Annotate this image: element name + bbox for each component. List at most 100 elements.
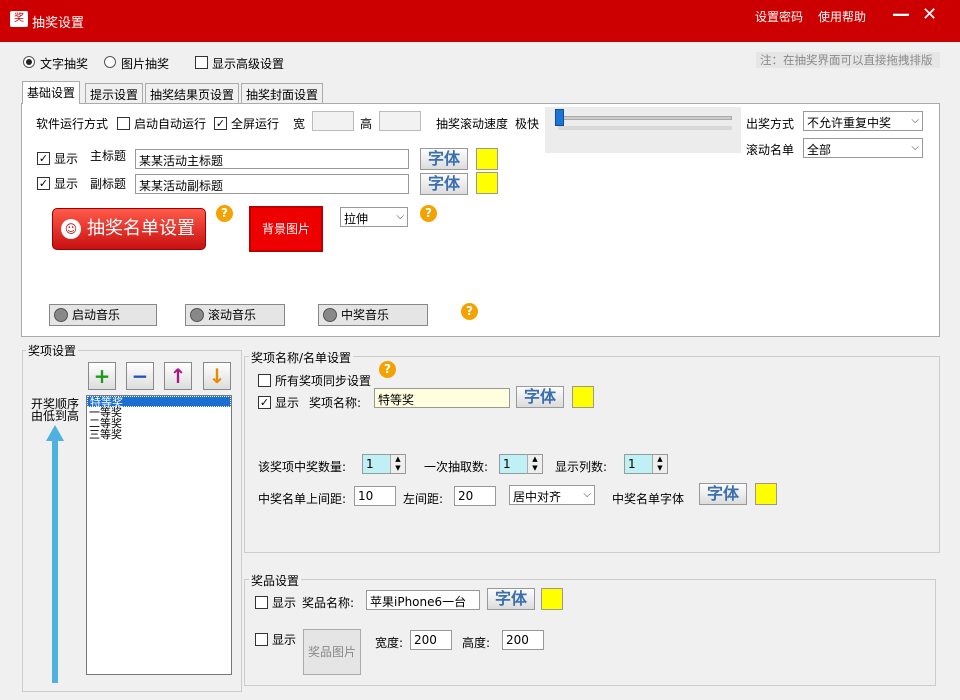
fullscreen-checkbox[interactable]: ✓ xyxy=(214,117,227,130)
top-margin-input[interactable]: 10 xyxy=(354,486,396,506)
scroll-music-label: 滚动音乐 xyxy=(208,308,257,322)
tab-result-page[interactable]: 抽奖结果页设置 xyxy=(145,83,240,103)
prize-name-input[interactable]: 特等奖 xyxy=(374,388,510,408)
show-advanced-label: 显示高级设置 xyxy=(212,57,285,71)
gift-name-input[interactable]: 苹果iPhone6一台 xyxy=(366,590,480,610)
draw-order-direction-label: 由低到高 xyxy=(31,409,80,423)
help-icon[interactable]: ? xyxy=(379,361,396,378)
show-gift-name-checkbox[interactable] xyxy=(255,596,268,609)
help-icon[interactable]: ? xyxy=(216,205,233,222)
gift-name-color-swatch[interactable] xyxy=(541,588,563,610)
draw-list-settings-button[interactable]: ☺ 抽奖名单设置 xyxy=(52,208,206,250)
show-advanced-checkbox[interactable] xyxy=(195,56,208,69)
help-icon[interactable]: ? xyxy=(461,303,478,320)
auto-start-checkbox[interactable] xyxy=(117,117,130,130)
background-stretch-select[interactable]: 拉伸 ⌵ xyxy=(340,207,408,227)
prize-name-label: 奖项名称: xyxy=(309,396,362,410)
help-icon[interactable]: ? xyxy=(420,205,437,222)
list-item[interactable]: 三等奖 xyxy=(87,429,231,440)
speed-slider-track[interactable] xyxy=(558,116,732,120)
win-count-value: 1 xyxy=(366,457,374,471)
gift-width-input[interactable]: 200 xyxy=(410,630,452,650)
main-title-label: 主标题 xyxy=(90,149,127,163)
draw-mode-value: 不允许重复中奖 xyxy=(807,116,892,130)
mode-text-radio[interactable] xyxy=(23,56,35,68)
main-title-input[interactable]: 某某活动主标题 xyxy=(135,149,409,169)
stepper-arrows-icon[interactable]: ▲ ▼ xyxy=(527,455,542,473)
height-input[interactable] xyxy=(379,111,421,131)
scroll-list-select[interactable]: 全部 ⌵ xyxy=(803,138,923,158)
win-count-label: 该奖项中奖数量: xyxy=(258,460,347,474)
sync-all-checkbox[interactable] xyxy=(258,374,271,387)
stepper-arrows-icon[interactable]: ▲ ▼ xyxy=(390,455,405,473)
minimize-button[interactable]: — xyxy=(892,4,910,25)
width-input[interactable] xyxy=(312,111,354,131)
sub-title-label: 副标题 xyxy=(90,177,127,191)
start-music-button[interactable]: 启动音乐 xyxy=(49,304,157,326)
set-password-link[interactable]: 设置密码 xyxy=(755,8,803,25)
gift-height-label: 高度: xyxy=(462,636,491,650)
gift-settings-title: 奖品设置 xyxy=(249,572,302,589)
scroll-music-button[interactable]: 滚动音乐 xyxy=(185,304,285,326)
add-prize-button[interactable]: + xyxy=(88,362,116,390)
sub-title-color-swatch[interactable] xyxy=(476,172,498,194)
gift-name-label: 奖品名称: xyxy=(302,596,355,610)
tab-basic[interactable]: 基础设置 xyxy=(22,81,81,104)
show-main-title-checkbox[interactable]: ✓ xyxy=(37,152,50,165)
columns-value: 1 xyxy=(628,457,636,471)
show-gift-name-label: 显示 xyxy=(272,596,297,610)
prize-settings-title: 奖项设置 xyxy=(26,342,79,359)
help-link[interactable]: 使用帮助 xyxy=(818,8,866,25)
main-title-font-button[interactable]: 字体 xyxy=(420,148,468,170)
start-music-label: 启动音乐 xyxy=(72,308,121,322)
sub-title-input[interactable]: 某某活动副标题 xyxy=(135,174,409,194)
win-count-stepper[interactable]: 1 ▲ ▼ xyxy=(362,454,406,474)
speed-slider-area xyxy=(545,107,741,153)
columns-label: 显示列数: xyxy=(555,460,608,474)
chevron-down-icon: ⌵ xyxy=(911,142,919,153)
prize-list[interactable]: 特等奖 一等奖 二等奖 三等奖 xyxy=(86,395,232,675)
list-font-color-swatch[interactable] xyxy=(755,483,777,505)
move-down-button[interactable]: ↓ xyxy=(203,362,231,390)
show-prize-name-label: 显示 xyxy=(275,396,300,410)
prize-name-color-swatch[interactable] xyxy=(572,386,594,408)
scroll-list-label: 滚动名单 xyxy=(746,143,795,157)
left-margin-input[interactable]: 20 xyxy=(454,486,496,506)
close-button[interactable]: ✕ xyxy=(922,4,937,25)
main-title-color-swatch[interactable] xyxy=(476,148,498,170)
sub-title-font-button[interactable]: 字体 xyxy=(420,173,468,195)
draw-mode-select[interactable]: 不允许重复中奖 ⌵ xyxy=(803,111,923,131)
sync-all-label: 所有奖项同步设置 xyxy=(275,374,372,388)
columns-stepper[interactable]: 1 ▲ ▼ xyxy=(624,454,668,474)
list-font-button[interactable]: 字体 xyxy=(699,483,747,505)
mode-image-radio[interactable] xyxy=(104,56,116,68)
remove-prize-button[interactable]: − xyxy=(126,362,154,390)
height-label: 高 xyxy=(360,117,373,131)
tab-cover[interactable]: 抽奖封面设置 xyxy=(241,83,324,103)
chevron-down-icon: ⌵ xyxy=(911,115,919,126)
show-main-title-label: 显示 xyxy=(54,152,79,166)
scroll-speed-label: 抽奖滚动速度 xyxy=(436,117,509,131)
speed-slider-track-lower xyxy=(558,126,732,130)
gift-height-input[interactable]: 200 xyxy=(502,630,544,650)
background-stretch-value: 拉伸 xyxy=(344,212,369,226)
gift-image-button[interactable]: 奖品图片 xyxy=(303,629,361,675)
title-bar: 奖 抽奖设置 设置密码 使用帮助 — ✕ xyxy=(0,0,960,42)
speed-slider-thumb[interactable] xyxy=(555,109,564,126)
show-gift-image-checkbox[interactable] xyxy=(255,633,268,646)
fullscreen-label: 全屏运行 xyxy=(231,117,280,131)
win-music-button[interactable]: 中奖音乐 xyxy=(318,304,428,326)
show-prize-name-checkbox[interactable]: ✓ xyxy=(258,396,271,409)
per-draw-stepper[interactable]: 1 ▲ ▼ xyxy=(499,454,543,474)
arrow-up-icon xyxy=(46,425,64,683)
prize-name-title: 奖项名称/名单设置 xyxy=(249,349,354,366)
background-image-button[interactable]: 背景图片 xyxy=(249,206,323,252)
align-select[interactable]: 居中对齐 ⌵ xyxy=(509,485,595,505)
tab-prompt[interactable]: 提示设置 xyxy=(85,83,144,103)
speaker-icon xyxy=(54,308,68,322)
stepper-arrows-icon[interactable]: ▲ ▼ xyxy=(652,455,667,473)
gift-name-font-button[interactable]: 字体 xyxy=(487,588,535,610)
move-up-button[interactable]: ↑ xyxy=(164,362,192,390)
show-sub-title-checkbox[interactable]: ✓ xyxy=(37,177,50,190)
prize-name-font-button[interactable]: 字体 xyxy=(516,386,564,408)
